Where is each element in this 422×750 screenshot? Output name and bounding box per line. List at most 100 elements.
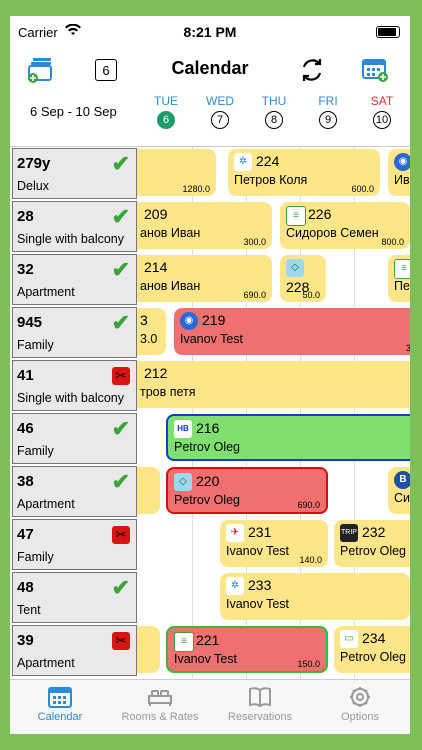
booking-id: 221 xyxy=(196,632,220,648)
day-name: TUE xyxy=(154,94,178,108)
tab-rooms-rates[interactable]: Rooms & Rates xyxy=(110,686,210,723)
booking-card[interactable]: ▭ 234 Petrov Oleg xyxy=(334,626,410,673)
trip-source-icon: TRIP xyxy=(340,524,358,542)
room-row[interactable]: 47 Family ✂ xyxy=(12,519,137,570)
day-fri[interactable]: FRI 9 xyxy=(308,94,348,129)
booking-card[interactable]: HB 216 Petrov Oleg xyxy=(166,414,410,461)
document-source-icon: ≡ xyxy=(174,632,194,652)
room-row[interactable]: 41 Single with balcony ✂ xyxy=(12,360,137,411)
booking-price: 800.0 xyxy=(381,237,404,247)
guest-name: Petrov Oleg xyxy=(174,440,241,454)
day-sat[interactable]: SAT 10 xyxy=(362,94,402,129)
room-row[interactable]: 32 Apartment ✔ xyxy=(12,254,137,305)
room-row[interactable]: 48 Tent ✔ xyxy=(12,572,137,623)
calendar-add-icon xyxy=(362,59,388,82)
day-number: 10 xyxy=(373,111,391,129)
booking-card[interactable]: 214 анов Иван 690.0 xyxy=(120,255,272,302)
guest-name: тров петя xyxy=(140,385,196,399)
guest-name: Си xyxy=(394,491,410,505)
booking-id: 224 xyxy=(256,153,280,169)
room-type: Delux xyxy=(17,179,49,193)
booking-card[interactable]: ◉ Ив xyxy=(388,149,410,196)
booking-card[interactable]: ≡ Пе xyxy=(388,255,410,302)
booking-id: 209 xyxy=(144,206,168,222)
booking-card[interactable]: ≡ 221 Ivanov Test 150.0 xyxy=(166,626,328,673)
tab-label: Options xyxy=(341,711,379,723)
booking-card[interactable]: TRIP 232 Petrov Oleg xyxy=(334,520,410,567)
room-name: 47 xyxy=(17,526,34,543)
booking-card[interactable]: ✲ 233 Ivanov Test xyxy=(220,573,410,620)
day-thu[interactable]: THU 8 xyxy=(254,94,294,129)
tab-calendar[interactable]: Calendar xyxy=(10,686,110,723)
week-range[interactable]: 6 Sep - 10 Sep xyxy=(30,104,117,119)
bed-icon xyxy=(148,690,172,706)
booking-card[interactable]: ◇ 220 Petrov Oleg 690.0 xyxy=(166,467,328,514)
day-number: 9 xyxy=(319,111,337,129)
add-calendar-button[interactable] xyxy=(360,54,392,86)
tab-reservations[interactable]: Reservations xyxy=(210,686,310,723)
page-title: Calendar xyxy=(171,58,249,78)
room-row[interactable]: 38 Apartment ✔ xyxy=(12,466,137,517)
room-type: Tent xyxy=(17,603,41,617)
booking-id: 220 xyxy=(196,473,220,489)
pin-source-icon: ◉ xyxy=(180,312,198,330)
calendar-grid[interactable]: 1280.0 ✲ 224 Петров Коля 600.0 ◉ Ив 209 … xyxy=(10,146,410,681)
day-name: SAT xyxy=(370,94,394,108)
room-row[interactable]: 28 Single with balcony ✔ xyxy=(12,201,137,252)
money-source-icon: ▭ xyxy=(340,630,358,648)
day-name: WED xyxy=(206,94,234,108)
dirty-room-icon: ✂ xyxy=(112,367,130,385)
room-type: Family xyxy=(17,550,54,564)
tab-label: Calendar xyxy=(37,711,83,723)
guest-name: Пе xyxy=(394,279,410,293)
room-type: Single with balcony xyxy=(17,391,125,405)
guest-name: Ivanov Test xyxy=(174,652,238,666)
room-row[interactable]: 39 Apartment ✂ xyxy=(12,625,137,676)
guest-name: Сидоров Семен xyxy=(286,226,379,240)
booking-card[interactable]: 209 анов Иван 300.0 xyxy=(120,202,272,249)
booking-id: 3 xyxy=(140,312,148,328)
document-source-icon: ≡ xyxy=(394,259,410,279)
hb-source-icon: HB xyxy=(174,420,192,438)
clean-check-icon: ✔ xyxy=(111,151,130,176)
booking-price: 150.0 xyxy=(297,659,320,669)
booking-card[interactable]: B Си xyxy=(388,467,410,514)
dirty-room-icon: ✂ xyxy=(112,526,130,544)
tab-bar: Calendar Rooms & Rates Reservations Opti… xyxy=(10,679,410,734)
b-source-icon: B xyxy=(394,471,410,489)
booking-id: 216 xyxy=(196,420,220,436)
booking-id: 232 xyxy=(362,524,386,540)
booking-price: 35 xyxy=(406,343,410,353)
booking-card[interactable]: ≡ 226 Сидоров Семен 800.0 xyxy=(280,202,410,249)
guest-name: Ivanov Test xyxy=(226,544,290,558)
booking-card[interactable]: ✈ 231 Ivanov Test 140.0 xyxy=(220,520,328,567)
booking-card[interactable]: 212 тров петя xyxy=(120,361,410,408)
clean-check-icon: ✔ xyxy=(111,469,130,494)
tab-label: Rooms & Rates xyxy=(121,711,199,723)
booking-price: 690.0 xyxy=(243,290,266,300)
booking-id: 219 xyxy=(202,312,226,328)
room-name: 46 xyxy=(17,420,34,437)
gear-icon xyxy=(350,687,370,707)
room-row[interactable]: 46 Family ✔ xyxy=(12,413,137,464)
booking-card[interactable]: ◇ 228 50.0 xyxy=(280,255,326,302)
room-row[interactable]: 945 Family ✔ xyxy=(12,307,137,358)
toolbar: 6 Calendar xyxy=(10,50,410,90)
room-type: Apartment xyxy=(17,285,75,299)
booking-price: 1280.0 xyxy=(182,184,210,194)
day-wed[interactable]: WED 7 xyxy=(200,94,240,129)
room-type: Apartment xyxy=(17,497,75,511)
day-name: THU xyxy=(261,94,287,108)
tab-options[interactable]: Options xyxy=(310,686,410,723)
guest-name: Ив xyxy=(394,173,410,187)
room-type: Apartment xyxy=(17,656,75,670)
day-tue[interactable]: TUE 6 xyxy=(146,94,186,129)
clean-check-icon: ✔ xyxy=(111,575,130,600)
sync-button[interactable] xyxy=(296,54,328,86)
clean-check-icon: ✔ xyxy=(111,257,130,282)
guest-name: Petrov Oleg xyxy=(340,650,407,664)
booking-card[interactable]: ✲ 224 Петров Коля 600.0 xyxy=(228,149,380,196)
clean-check-icon: ✔ xyxy=(111,204,130,229)
booking-card[interactable]: ◉ 219 Ivanov Test 35 xyxy=(174,308,410,355)
room-row[interactable]: 279y Delux ✔ xyxy=(12,148,137,199)
